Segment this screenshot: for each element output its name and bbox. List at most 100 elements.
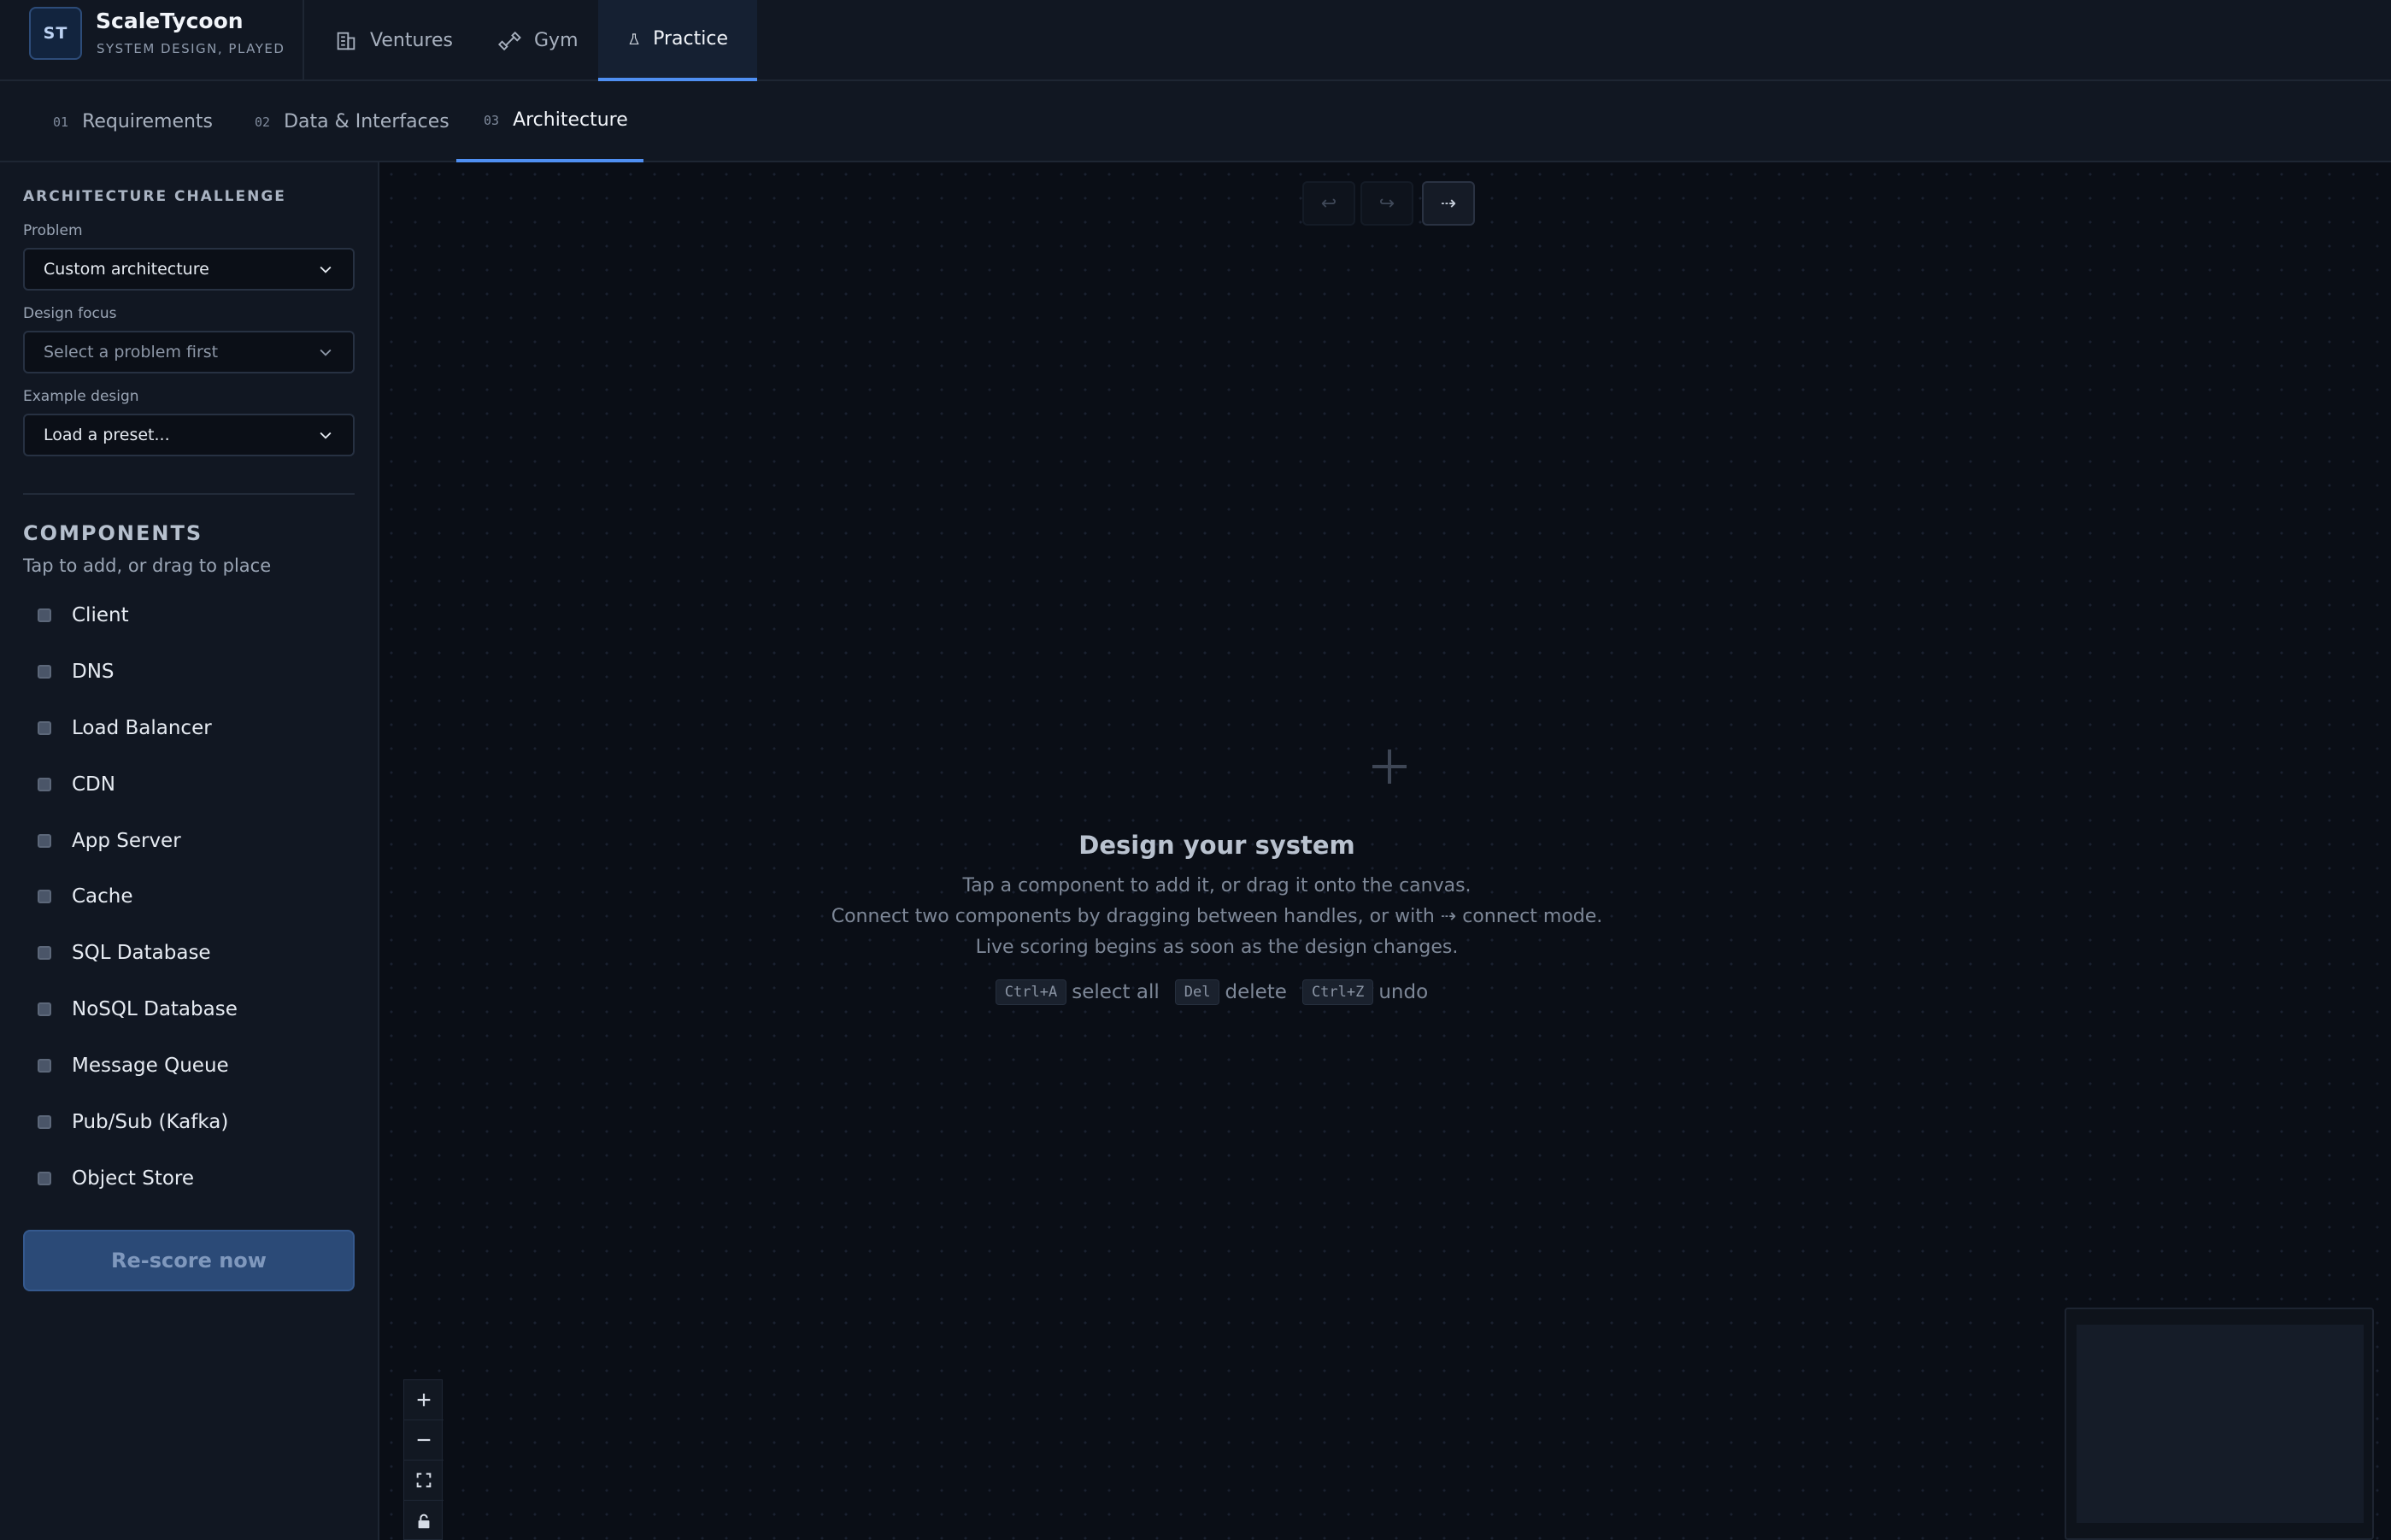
component-swatch-icon <box>38 778 51 791</box>
divider <box>23 493 355 495</box>
redo-icon: ↪ <box>1378 192 1395 215</box>
top-nav-bar: ST ScaleTycoon SYSTEM DESIGN, PLAYED Ven… <box>0 0 2391 81</box>
nav-tab-label: Ventures <box>370 30 453 51</box>
component-dns[interactable]: DNS <box>23 650 355 693</box>
redo-button[interactable]: ↪ <box>1360 181 1413 226</box>
component-swatch-icon <box>38 608 51 622</box>
component-label: Load Balancer <box>72 717 212 739</box>
lock-icon <box>418 1514 430 1528</box>
step-label: Data & Interfaces <box>284 111 449 132</box>
component-swatch-icon <box>38 1059 51 1073</box>
lock-button[interactable] <box>404 1501 444 1540</box>
example-design-select[interactable]: Load a preset... <box>23 414 355 456</box>
design-canvas[interactable]: ↩ ↪ ⇢ Design your system Tap a component… <box>379 162 2391 1540</box>
minimap-viewport[interactable] <box>2077 1325 2364 1523</box>
component-label: Client <box>72 604 129 626</box>
step-number: 02 <box>255 114 271 130</box>
design-focus-select[interactable]: Select a problem first <box>23 331 355 373</box>
shortcut-key: Ctrl+Z <box>1301 979 1374 1005</box>
shortcut-key: Ctrl+A <box>995 979 1067 1005</box>
step-number: 01 <box>53 114 69 130</box>
fit-view-icon <box>416 1472 432 1488</box>
nav-tab-label: Gym <box>534 30 579 51</box>
step-requirements[interactable]: 01 Requirements <box>26 81 240 162</box>
undo-icon: ↩ <box>1320 192 1337 215</box>
component-swatch-icon <box>38 1115 51 1129</box>
component-swatch-icon <box>38 721 51 735</box>
brand-name: ScaleTycoon <box>96 9 244 33</box>
step-label: Requirements <box>82 111 214 132</box>
step-label: Architecture <box>513 109 628 131</box>
component-label: NoSQL Database <box>72 998 238 1020</box>
component-swatch-icon <box>38 890 51 903</box>
shortcut-text: select all <box>1072 981 1160 1003</box>
component-label: Cache <box>72 885 133 908</box>
component-swatch-icon <box>38 665 51 679</box>
nav-tab-ventures[interactable]: Ventures <box>305 0 482 81</box>
select-value: Load a preset... <box>44 426 170 444</box>
component-cdn[interactable]: CDN <box>23 763 355 806</box>
component-message-queue[interactable]: Message Queue <box>23 1044 355 1087</box>
logo: ST <box>29 7 82 60</box>
flask-icon <box>629 32 639 44</box>
connect-arrow-icon: ⇢ <box>1440 192 1457 215</box>
component-label: Pub/Sub (Kafka) <box>72 1111 229 1133</box>
components-subtitle: Tap to add, or drag to place <box>23 555 272 576</box>
brand[interactable]: ST ScaleTycoon SYSTEM DESIGN, PLAYED <box>0 0 304 81</box>
shortcut-hints: Ctrl+A select all Del delete Ctrl+Z undo <box>379 979 2054 1005</box>
component-swatch-icon <box>38 834 51 848</box>
component-sql-database[interactable]: SQL Database <box>23 932 355 974</box>
shortcut-key: Del <box>1174 979 1220 1005</box>
component-swatch-icon <box>38 1172 51 1185</box>
component-pubsub-kafka[interactable]: Pub/Sub (Kafka) <box>23 1101 355 1143</box>
shortcut-text: delete <box>1225 981 1287 1003</box>
example-design-label: Example design <box>23 388 139 405</box>
zoom-out-button[interactable] <box>404 1420 444 1461</box>
zoom-in-button[interactable] <box>404 1380 444 1420</box>
plus-icon <box>417 1393 431 1407</box>
undo-button[interactable]: ↩ <box>1302 181 1355 226</box>
component-nosql-database[interactable]: NoSQL Database <box>23 988 355 1031</box>
component-label: Object Store <box>72 1167 195 1190</box>
components-title: COMPONENTS <box>23 521 203 545</box>
component-cache[interactable]: Cache <box>23 875 355 918</box>
building-icon <box>337 32 355 50</box>
empty-state-line: Live scoring begins as soon as the desig… <box>975 937 1459 958</box>
component-label: Message Queue <box>72 1055 229 1077</box>
component-load-balancer[interactable]: Load Balancer <box>23 707 355 749</box>
component-swatch-icon <box>38 946 51 960</box>
fit-view-button[interactable] <box>404 1461 444 1501</box>
component-label: App Server <box>72 830 181 852</box>
design-focus-label: Design focus <box>23 305 117 322</box>
component-object-store[interactable]: Object Store <box>23 1157 355 1200</box>
select-value: Custom architecture <box>44 260 209 279</box>
problem-select[interactable]: Custom architecture <box>23 248 355 291</box>
step-data-interfaces[interactable]: 02 Data & Interfaces <box>227 81 477 162</box>
empty-state-line: Connect two components by dragging betwe… <box>831 906 1603 927</box>
step-architecture[interactable]: 03 Architecture <box>456 81 643 162</box>
select-value: Select a problem first <box>44 343 219 361</box>
problem-label: Problem <box>23 222 83 239</box>
component-client[interactable]: Client <box>23 594 355 637</box>
nav-tab-gym[interactable]: Gym <box>469 0 608 81</box>
component-app-server[interactable]: App Server <box>23 820 355 862</box>
brand-tagline: SYSTEM DESIGN, PLAYED <box>97 41 285 56</box>
dumbbell-icon <box>498 31 521 50</box>
chevron-down-icon <box>320 432 332 439</box>
sidebar: ARCHITECTURE CHALLENGE Problem Custom ar… <box>0 162 379 1540</box>
empty-state-title: Design your system <box>1078 831 1355 860</box>
component-label: DNS <box>72 661 115 683</box>
minimap[interactable] <box>2065 1308 2374 1540</box>
component-swatch-icon <box>38 1002 51 1016</box>
nav-tab-label: Practice <box>653 28 728 50</box>
shortcut-text: undo <box>1378 981 1429 1003</box>
zoom-controls <box>403 1379 444 1540</box>
chevron-down-icon <box>320 349 332 356</box>
empty-state-line: Tap a component to add it, or drag it on… <box>962 875 1472 896</box>
step-number: 03 <box>484 112 500 128</box>
rescore-button[interactable]: Re-score now <box>23 1230 355 1291</box>
component-label: CDN <box>72 773 115 796</box>
connect-mode-button[interactable]: ⇢ <box>1422 181 1475 226</box>
component-label: SQL Database <box>72 942 211 964</box>
nav-tab-practice[interactable]: Practice <box>598 0 757 81</box>
